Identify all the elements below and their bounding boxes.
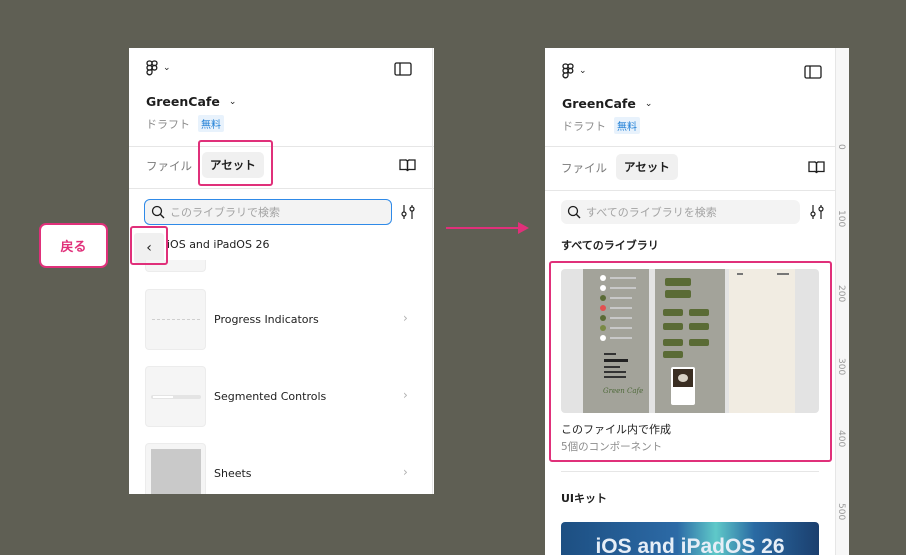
panel-edge [432,48,433,494]
list-item[interactable]: Sheets › [129,442,434,494]
figma-logo-icon [146,60,158,76]
chevron-right-icon: › [403,465,408,479]
tab-assets[interactable]: アセット [616,154,678,180]
project-name: GreenCafe [146,94,220,109]
ui-kit-card[interactable]: iOS and iPadOS 26 [561,522,819,555]
divider [545,146,835,147]
chevron-right-icon: › [403,388,408,402]
search-placeholder: このライブラリで検索 [170,206,280,219]
search-input[interactable]: このライブラリで検索 [144,199,392,225]
divider [129,188,434,189]
filter-settings-icon[interactable] [400,204,416,220]
filter-settings-icon[interactable] [809,204,825,220]
left-assets-panel: ⌄ GreenCafe ⌄ ドラフト 無料 ファイル アセット このライブラリで… [129,48,434,494]
search-placeholder: すべてのライブラリを検索 [586,206,717,219]
draft-label: ドラフト [562,119,606,133]
sidebar-toggle-icon[interactable] [804,65,822,79]
component-label: Sheets [214,467,252,480]
ruler-tick: 500 [836,503,846,521]
component-thumbnail [145,366,206,427]
assets-tab-highlight [198,140,273,186]
library-title: iOS and iPadOS 26 [167,238,270,251]
ui-kit-title: UIキット [561,492,608,505]
tab-file[interactable]: ファイル [146,158,192,174]
component-label: Progress Indicators [214,313,319,326]
ruler-tick: 400 [836,430,846,448]
divider [561,471,819,472]
divider [129,146,434,147]
plan-badge: 無料 [198,115,224,132]
project-name-button[interactable]: GreenCafe ⌄ [562,96,652,111]
chevron-right-icon: › [403,311,408,325]
component-thumbnail [145,289,206,350]
ruler-tick: 300 [836,358,846,376]
list-item[interactable]: Progress Indicators › [129,288,434,352]
component-thumbnail [145,443,206,494]
ui-kit-banner-title: iOS and iPadOS 26 [595,535,785,555]
back-button-highlight [130,226,168,265]
ruler-tick: 0 [836,144,846,150]
chevron-down-icon: ⌄ [163,63,171,73]
project-name: GreenCafe [562,96,636,111]
figma-menu-button[interactable]: ⌄ [562,63,587,79]
local-library-highlight [549,261,832,462]
library-book-icon[interactable] [808,160,825,174]
vertical-ruler: 0 100 200 300 400 500 [836,48,849,555]
search-icon [567,205,581,219]
plan-badge: 無料 [614,117,640,134]
project-name-button[interactable]: GreenCafe ⌄ [146,94,236,109]
back-callout: 戻る [39,223,108,268]
arrow-right-icon [446,222,529,234]
tab-file[interactable]: ファイル [561,160,607,176]
sidebar-toggle-icon[interactable] [394,62,412,76]
search-input[interactable]: すべてのライブラリを検索 [561,200,800,224]
figma-logo-icon [562,63,574,79]
divider [545,190,835,191]
chevron-down-icon: ⌄ [644,98,653,109]
figma-menu-button[interactable]: ⌄ [146,60,171,76]
ruler-tick: 100 [836,210,846,228]
chevron-down-icon: ⌄ [228,96,237,107]
chevron-down-icon: ⌄ [579,66,587,76]
search-icon [151,205,165,219]
list-item[interactable]: Segmented Controls › [129,365,434,429]
component-label: Segmented Controls [214,390,327,403]
draft-label: ドラフト [146,117,190,131]
library-book-icon[interactable] [399,158,416,172]
all-libraries-title: すべてのライブラリ [561,239,659,252]
ruler-tick: 200 [836,285,846,303]
